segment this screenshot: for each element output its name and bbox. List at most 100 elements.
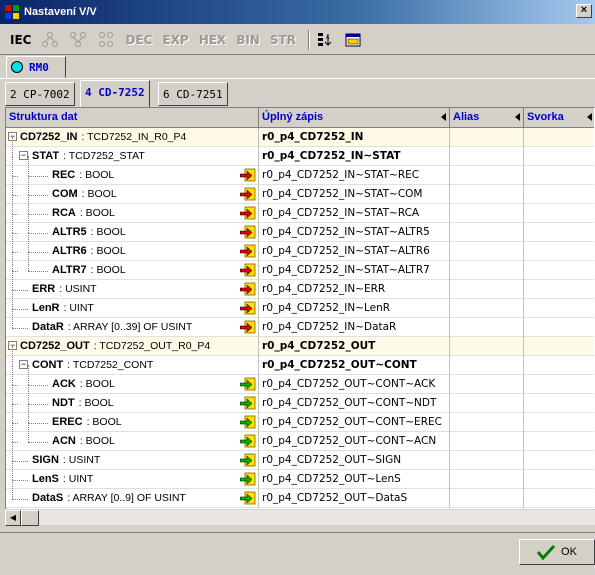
scrollbar-thumb[interactable]	[21, 510, 39, 526]
alias-cell[interactable]	[450, 451, 524, 470]
input-arrow-icon[interactable]	[240, 187, 256, 202]
alias-cell[interactable]	[450, 128, 524, 147]
table-row[interactable]: NDT: BOOL r0_p4_CD7252_OUT~CONT~NDT	[6, 384, 594, 413]
table-row[interactable]: − CONT: TCD7252_CONT r0_p4_CD7252_OUT~CONT	[6, 346, 594, 375]
alias-cell[interactable]	[450, 261, 524, 280]
bin-button[interactable]: BIN	[236, 33, 260, 47]
input-arrow-icon[interactable]	[240, 225, 256, 240]
horizontal-scrollbar[interactable]: ◀	[5, 509, 595, 526]
input-arrow-icon[interactable]	[240, 168, 256, 183]
tab-cp-7002[interactable]: 2 CP-7002	[5, 82, 75, 106]
full-name-cell[interactable]: r0_p4_CD7252_OUT~CONT~EREC	[259, 413, 450, 432]
full-name-cell[interactable]: r0_p4_CD7252_IN~DataR	[259, 318, 450, 337]
collapse-icon[interactable]: −	[19, 360, 28, 369]
full-name-cell[interactable]: r0_p4_CD7252_IN~STAT~RCA	[259, 204, 450, 223]
scroll-left-icon[interactable]: ◀	[5, 510, 21, 526]
input-arrow-icon[interactable]	[240, 244, 256, 259]
table-row[interactable]: ACN: BOOL r0_p4_CD7252_OUT~CONT~ACN	[6, 422, 594, 451]
column-header-alias[interactable]: Alias	[450, 108, 524, 128]
ok-button[interactable]: OK	[519, 539, 595, 565]
alias-cell[interactable]	[450, 489, 524, 508]
table-row[interactable]: COM: BOOL r0_p4_CD7252_IN~STAT~COM	[6, 175, 594, 204]
table-row[interactable]: REC: BOOL r0_p4_CD7252_IN~STAT~REC	[6, 156, 594, 185]
terminal-cell[interactable]	[524, 318, 594, 337]
terminal-cell[interactable]	[524, 489, 594, 508]
full-name-cell[interactable]: r0_p4_CD7252_IN~STAT~REC	[259, 166, 450, 185]
column-resize-icon[interactable]	[587, 113, 592, 121]
output-arrow-icon[interactable]	[240, 377, 256, 392]
terminal-cell[interactable]	[524, 223, 594, 242]
column-resize-icon[interactable]	[515, 113, 520, 121]
terminal-cell[interactable]	[524, 128, 594, 147]
column-header-structure[interactable]: Struktura dat	[6, 108, 259, 128]
full-name-cell[interactable]: r0_p4_CD7252_IN~STAT~COM	[259, 185, 450, 204]
alias-cell[interactable]	[450, 147, 524, 166]
output-arrow-icon[interactable]	[240, 434, 256, 449]
table-row[interactable]: EREC: BOOL r0_p4_CD7252_OUT~CONT~EREC	[6, 403, 594, 432]
table-row[interactable]: LenS: UINT r0_p4_CD7252_OUT~LenS	[6, 460, 594, 489]
terminal-cell[interactable]	[524, 185, 594, 204]
alias-cell[interactable]	[450, 375, 524, 394]
alias-cell[interactable]	[450, 166, 524, 185]
table-row[interactable]: − STAT: TCD7252_STAT r0_p4_CD7252_IN~STAT	[6, 137, 594, 166]
table-row[interactable]: ACK: BOOL r0_p4_CD7252_OUT~CONT~ACK	[6, 365, 594, 394]
terminal-cell[interactable]	[524, 299, 594, 318]
alias-cell[interactable]	[450, 280, 524, 299]
full-name-cell[interactable]: r0_p4_CD7252_OUT~SIGN	[259, 451, 450, 470]
alias-cell[interactable]	[450, 185, 524, 204]
iec-button[interactable]: IEC	[10, 33, 31, 47]
column-resize-icon[interactable]	[441, 113, 446, 121]
alias-cell[interactable]	[450, 432, 524, 451]
input-arrow-icon[interactable]	[240, 263, 256, 278]
full-name-cell[interactable]: r0_p4_CD7252_OUT~CONT~ACK	[259, 375, 450, 394]
input-arrow-icon[interactable]	[240, 301, 256, 316]
alias-cell[interactable]	[450, 394, 524, 413]
exp-button[interactable]: EXP	[162, 33, 188, 47]
table-row[interactable]: − CD7252_IN: TCD7252_IN_R0_P4 r0_p4_CD7252…	[6, 128, 594, 147]
terminal-cell[interactable]	[524, 261, 594, 280]
tab-cd-7251[interactable]: 6 CD-7251	[158, 82, 228, 106]
window-icon[interactable]	[344, 31, 362, 49]
io-tree-grid[interactable]: Struktura dat Úplný zápis Alias Svorka −…	[5, 107, 595, 525]
expand-tree-icon[interactable]	[97, 31, 115, 49]
output-arrow-icon[interactable]	[240, 472, 256, 487]
terminal-cell[interactable]	[524, 280, 594, 299]
full-name-cell[interactable]: r0_p4_CD7252_IN	[259, 128, 450, 147]
terminal-cell[interactable]	[524, 451, 594, 470]
terminal-cell[interactable]	[524, 413, 594, 432]
full-name-cell[interactable]: r0_p4_CD7252_IN~STAT~ALTR7	[259, 261, 450, 280]
dec-button[interactable]: DEC	[125, 33, 152, 47]
table-row[interactable]: ERR: USINT r0_p4_CD7252_IN~ERR	[6, 270, 594, 299]
output-arrow-icon[interactable]	[240, 415, 256, 430]
full-name-cell[interactable]: r0_p4_CD7252_IN~ERR	[259, 280, 450, 299]
table-row[interactable]: ALTR7: BOOL r0_p4_CD7252_IN~STAT~ALTR7	[6, 251, 594, 280]
table-row[interactable]: RCA: BOOL r0_p4_CD7252_IN~STAT~RCA	[6, 194, 594, 223]
station-tab-rm0[interactable]: RM0	[6, 56, 66, 78]
input-arrow-icon[interactable]	[240, 206, 256, 221]
output-arrow-icon[interactable]	[240, 491, 256, 506]
alias-cell[interactable]	[450, 470, 524, 489]
hex-button[interactable]: HEX	[199, 33, 227, 47]
full-name-cell[interactable]: r0_p4_CD7252_OUT~CONT	[259, 356, 450, 375]
alias-cell[interactable]	[450, 223, 524, 242]
table-row[interactable]: SIGN: USINT r0_p4_CD7252_OUT~SIGN	[6, 441, 594, 470]
terminal-cell[interactable]	[524, 242, 594, 261]
merge-node-icon[interactable]	[69, 31, 87, 49]
alias-cell[interactable]	[450, 204, 524, 223]
column-header-full-name[interactable]: Úplný zápis	[259, 108, 450, 128]
close-icon[interactable]: ×	[576, 4, 592, 18]
table-row[interactable]: − CD7252_OUT: TCD7252_OUT_R0_P4 r0_p4_CD72…	[6, 337, 594, 356]
input-arrow-icon[interactable]	[240, 320, 256, 335]
split-node-icon[interactable]	[41, 31, 59, 49]
collapse-icon[interactable]: −	[19, 151, 28, 160]
table-row[interactable]: ALTR5: BOOL r0_p4_CD7252_IN~STAT~ALTR5	[6, 213, 594, 242]
str-button[interactable]: STR	[270, 33, 296, 47]
full-name-cell[interactable]: r0_p4_CD7252_IN~STAT	[259, 147, 450, 166]
table-row[interactable]: ALTR6: BOOL r0_p4_CD7252_IN~STAT~ALTR6	[6, 232, 594, 261]
terminal-cell[interactable]	[524, 147, 594, 166]
terminal-cell[interactable]	[524, 432, 594, 451]
input-arrow-icon[interactable]	[240, 282, 256, 297]
alias-cell[interactable]	[450, 356, 524, 375]
terminal-cell[interactable]	[524, 337, 594, 356]
tab-cd-7252[interactable]: 4 CD-7252	[80, 80, 150, 107]
